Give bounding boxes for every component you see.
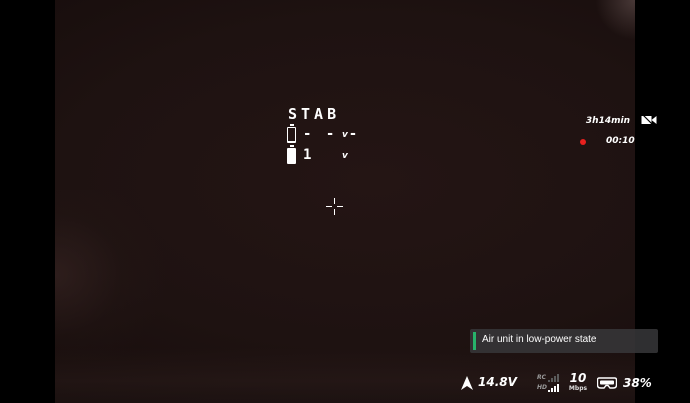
goggles-icon [597,377,617,389]
camera-record-icon [641,114,657,126]
navigation-arrow-icon [461,376,473,390]
feed-highlight-corner [595,0,635,40]
voltage-value: 14.8V [478,375,517,389]
hd-label: HD [537,384,548,391]
battery-full-icon [287,145,296,164]
goggles-battery: 38% [597,376,657,392]
battery-icon [287,124,296,143]
bitrate-unit: Mbps [568,385,588,392]
crosshair-icon [326,198,343,215]
bitrate: 10 Mbps [567,372,589,394]
cell-voltage-value: - - - [303,126,361,142]
notification-toast: Air unit in low-power state [470,329,658,353]
link-status: RC HD [537,374,567,394]
hd-signal-icon [548,384,559,392]
fpv-screen: STAB - - - v 1 v 3h14min 00:10 Air unit … [0,0,690,403]
rc-label: RC [537,374,547,381]
flight-time-remaining: 3h14min [585,116,630,126]
cell-voltage-unit: v [342,130,348,140]
rc-signal-icon [548,374,559,382]
recording-elapsed: 00:10 [606,136,635,146]
aircraft-voltage: 14.8V [461,375,521,393]
pack-count-value: 1 [303,147,315,163]
notification-accent [473,332,476,350]
recording-indicator [580,139,586,145]
bitrate-value: 10 [569,371,587,385]
feed-shadow-left [55,190,195,360]
cell-voltage-row: - - - v [287,124,367,145]
goggles-battery-value: 38% [623,376,652,390]
pack-voltage-row: 1 v [287,145,367,166]
notification-text: Air unit in low-power state [482,334,597,345]
pack-voltage-unit: v [342,151,348,161]
flight-mode-label: STAB [288,105,341,123]
